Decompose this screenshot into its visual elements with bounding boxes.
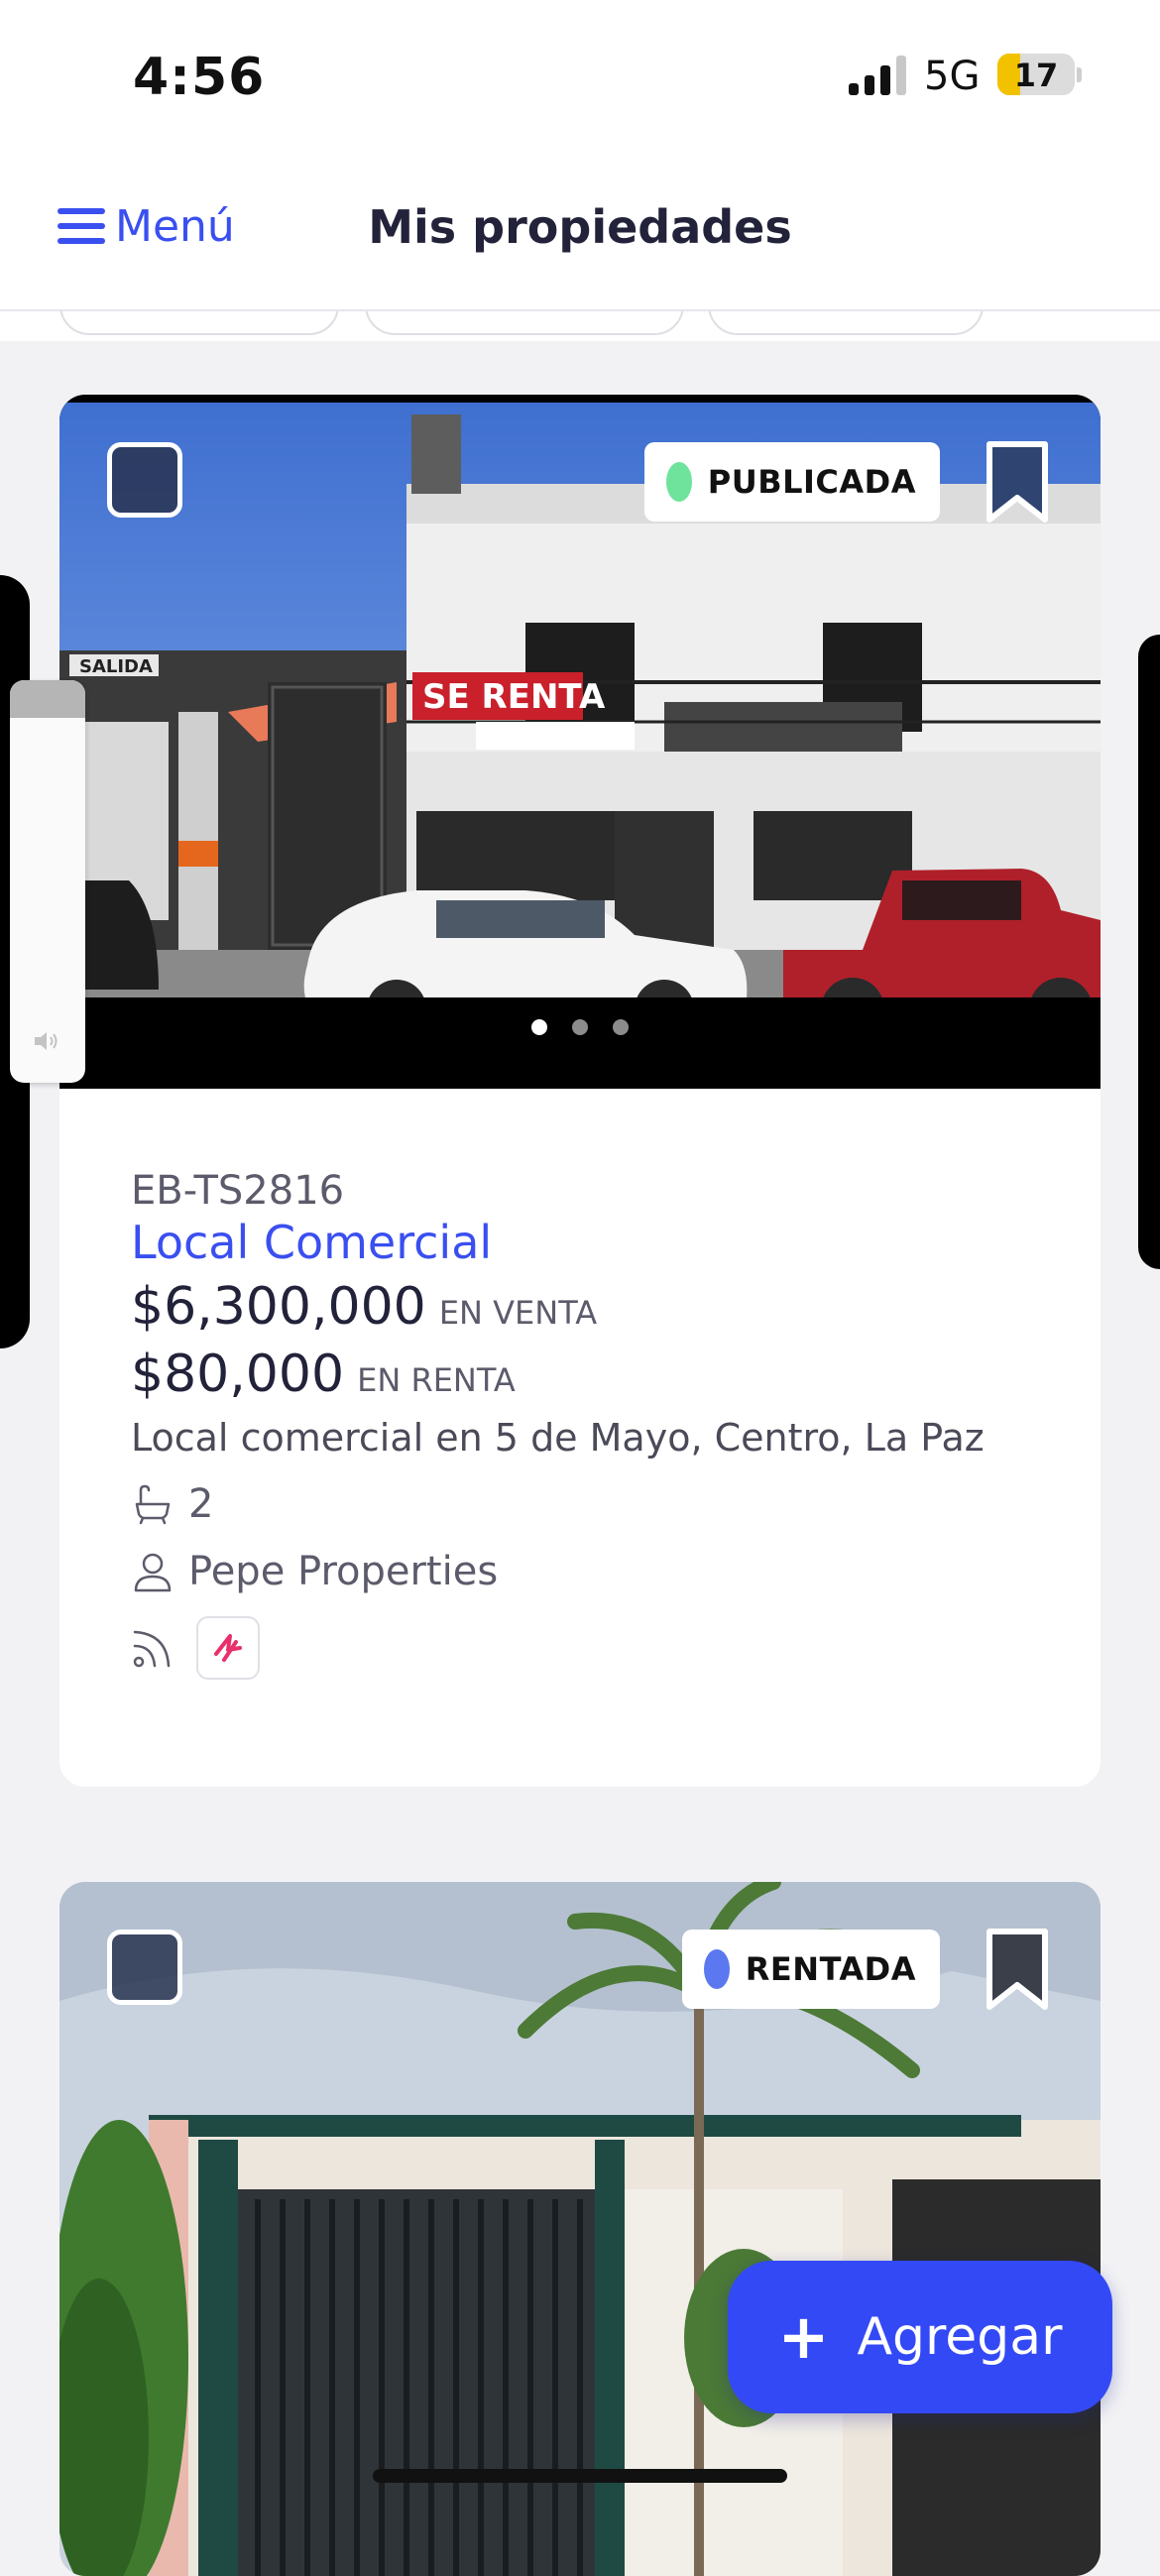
agent-name: Pepe Properties <box>188 1549 499 1594</box>
sale-price-label: EN VENTA <box>438 1294 598 1332</box>
status-label: RENTADA <box>745 1950 916 1988</box>
select-checkbox[interactable] <box>107 1930 182 2005</box>
sale-price: $6,300,000 <box>131 1277 426 1337</box>
battery-icon: 17 <box>997 54 1075 95</box>
property-card[interactable]: SALIDA SE RENTA PUBLICADA EB-TS2816 Loca… <box>59 395 1101 1787</box>
battery-nub <box>1077 67 1082 82</box>
add-property-button[interactable]: + Agregar <box>728 2261 1112 2413</box>
filter-chip[interactable] <box>708 311 984 335</box>
status-badge: RENTADA <box>682 1930 940 2009</box>
filter-chip[interactable] <box>365 311 684 335</box>
bookmark-icon[interactable] <box>984 1928 1051 2011</box>
volume-indicator <box>10 680 85 1083</box>
status-dot <box>704 1949 730 1989</box>
status-time: 4:56 <box>133 48 266 107</box>
filter-strip <box>0 311 1160 341</box>
bathrooms-row: 2 <box>131 1481 1061 1527</box>
home-indicator[interactable] <box>373 2469 787 2483</box>
photo-wall-sign: SALIDA <box>79 656 153 677</box>
status-dot <box>666 462 692 502</box>
battery-level: 17 <box>1013 57 1059 94</box>
screen-edge-right <box>1138 635 1160 1269</box>
rent-price: $80,000 <box>131 1345 345 1404</box>
pagination-dot[interactable] <box>572 1019 588 1035</box>
speaker-icon <box>35 1032 58 1050</box>
plus-icon: + <box>777 2300 830 2373</box>
filter-chip[interactable] <box>59 311 339 335</box>
bookmark-icon[interactable] <box>984 440 1051 524</box>
rent-price-row: $80,000 EN RENTA <box>131 1345 1061 1404</box>
sale-price-row: $6,300,000 EN VENTA <box>131 1277 1061 1337</box>
portal-logo-icon[interactable] <box>196 1616 260 1680</box>
status-label: PUBLICADA <box>707 463 916 501</box>
network-label: 5G <box>924 54 981 99</box>
status-bar: 4:56 5G 17 <box>0 0 1160 149</box>
property-code: EB-TS2816 <box>131 1168 345 1214</box>
property-description: Local comercial en 5 de Mayo, Centro, La… <box>131 1416 985 1460</box>
photo-sign-text: SE RENTA <box>422 677 606 717</box>
property-details: EB-TS2816 Local Comercial $6,300,000 EN … <box>131 1168 1061 1680</box>
page-title: Mis propiedades <box>368 200 792 254</box>
bathtub-icon <box>135 1484 171 1525</box>
agent-row: Pepe Properties <box>131 1549 1061 1594</box>
signal-icon <box>849 56 908 95</box>
select-checkbox[interactable] <box>107 442 182 518</box>
rss-feed-icon[interactable] <box>131 1626 174 1670</box>
status-badge: PUBLICADA <box>644 442 940 522</box>
person-icon <box>134 1553 172 1592</box>
property-photo[interactable]: SALIDA SE RENTA PUBLICADA <box>59 395 1101 1089</box>
property-photo-image: SALIDA SE RENTA <box>59 403 1101 1089</box>
rent-price-label: EN RENTA <box>357 1361 516 1399</box>
add-button-label: Agregar <box>857 2307 1063 2367</box>
publishing-channels <box>131 1616 1061 1680</box>
photo-pagination <box>59 1019 1101 1039</box>
bathrooms-count: 2 <box>188 1481 214 1527</box>
pagination-dot[interactable] <box>613 1019 630 1035</box>
navigation-bar: Menú Mis propiedades <box>0 149 1160 311</box>
pagination-dot[interactable] <box>530 1019 547 1035</box>
property-type-link[interactable]: Local Comercial <box>131 1216 1061 1269</box>
